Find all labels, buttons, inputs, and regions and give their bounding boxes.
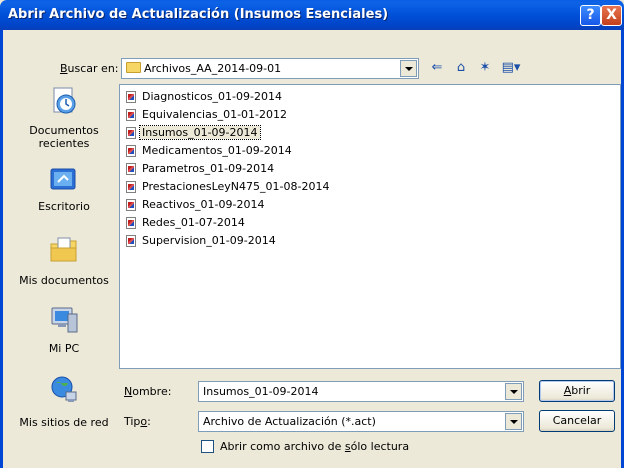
place-label-network: Mis sitios de red xyxy=(19,416,109,429)
network-places-icon xyxy=(51,376,77,402)
my-computer-icon xyxy=(51,307,78,333)
my-documents-icon xyxy=(50,237,77,262)
folder-icon xyxy=(126,62,141,73)
window-border-left xyxy=(0,30,3,468)
act-file-icon xyxy=(126,217,136,229)
lookin-combobox[interactable]: Archivos_AA_2014-09-01 xyxy=(121,58,419,79)
chevron-down-icon[interactable] xyxy=(505,383,522,400)
cancel-button[interactable]: Cancelar xyxy=(539,410,615,432)
place-label-desktop: Escritorio xyxy=(38,200,90,213)
place-label-recent: Documentos recientes xyxy=(29,124,99,150)
chevron-down-icon[interactable] xyxy=(505,413,522,430)
file-list[interactable]: Diagnosticos_01-09-2014 Equivalencias_01… xyxy=(119,84,621,369)
title-bar[interactable]: Abrir Archivo de Actualización (Insumos … xyxy=(0,0,624,30)
views-menu-icon[interactable]: ▤▾ xyxy=(500,60,522,76)
close-button[interactable]: X xyxy=(601,5,622,26)
act-file-icon xyxy=(126,199,136,211)
back-icon[interactable]: ⇐ xyxy=(428,60,446,76)
window-title: Abrir Archivo de Actualización (Insumos … xyxy=(8,7,389,22)
readonly-label[interactable]: Abrir como archivo de sólo lectura xyxy=(220,440,409,453)
act-file-icon xyxy=(126,181,136,193)
open-button[interactable]: Abrir xyxy=(539,380,615,402)
act-file-icon xyxy=(126,127,136,139)
act-file-icon xyxy=(126,91,136,103)
filename-label: Nombre: xyxy=(124,385,172,398)
act-file-icon xyxy=(126,109,136,121)
act-file-icon xyxy=(126,145,136,157)
readonly-checkbox[interactable] xyxy=(201,440,214,453)
new-folder-icon[interactable]: ✶ xyxy=(476,60,494,76)
filetype-value: Archivo de Actualización (*.act) xyxy=(203,415,376,428)
lookin-label: Buscar en: xyxy=(60,62,119,75)
open-file-dialog: Abrir Archivo de Actualización (Insumos … xyxy=(0,0,624,468)
recent-documents-icon xyxy=(53,87,76,114)
filename-value[interactable]: Insumos_01-09-2014 xyxy=(203,385,319,398)
act-file-icon xyxy=(126,163,136,175)
place-label-my-documents: Mis documentos xyxy=(19,274,109,287)
chevron-down-icon[interactable] xyxy=(400,60,417,77)
up-folder-icon[interactable]: ⌂ xyxy=(452,60,470,76)
filename-combobox[interactable]: Insumos_01-09-2014 xyxy=(198,381,524,402)
filetype-combobox[interactable]: Archivo de Actualización (*.act) xyxy=(198,411,524,432)
help-button[interactable]: ? xyxy=(580,5,601,26)
place-label-my-computer: Mi PC xyxy=(48,342,80,355)
lookin-value: Archivos_AA_2014-09-01 xyxy=(144,62,282,75)
filetype-label: Tipo: xyxy=(124,415,151,428)
act-file-icon xyxy=(126,235,136,247)
desktop-icon xyxy=(50,168,76,190)
